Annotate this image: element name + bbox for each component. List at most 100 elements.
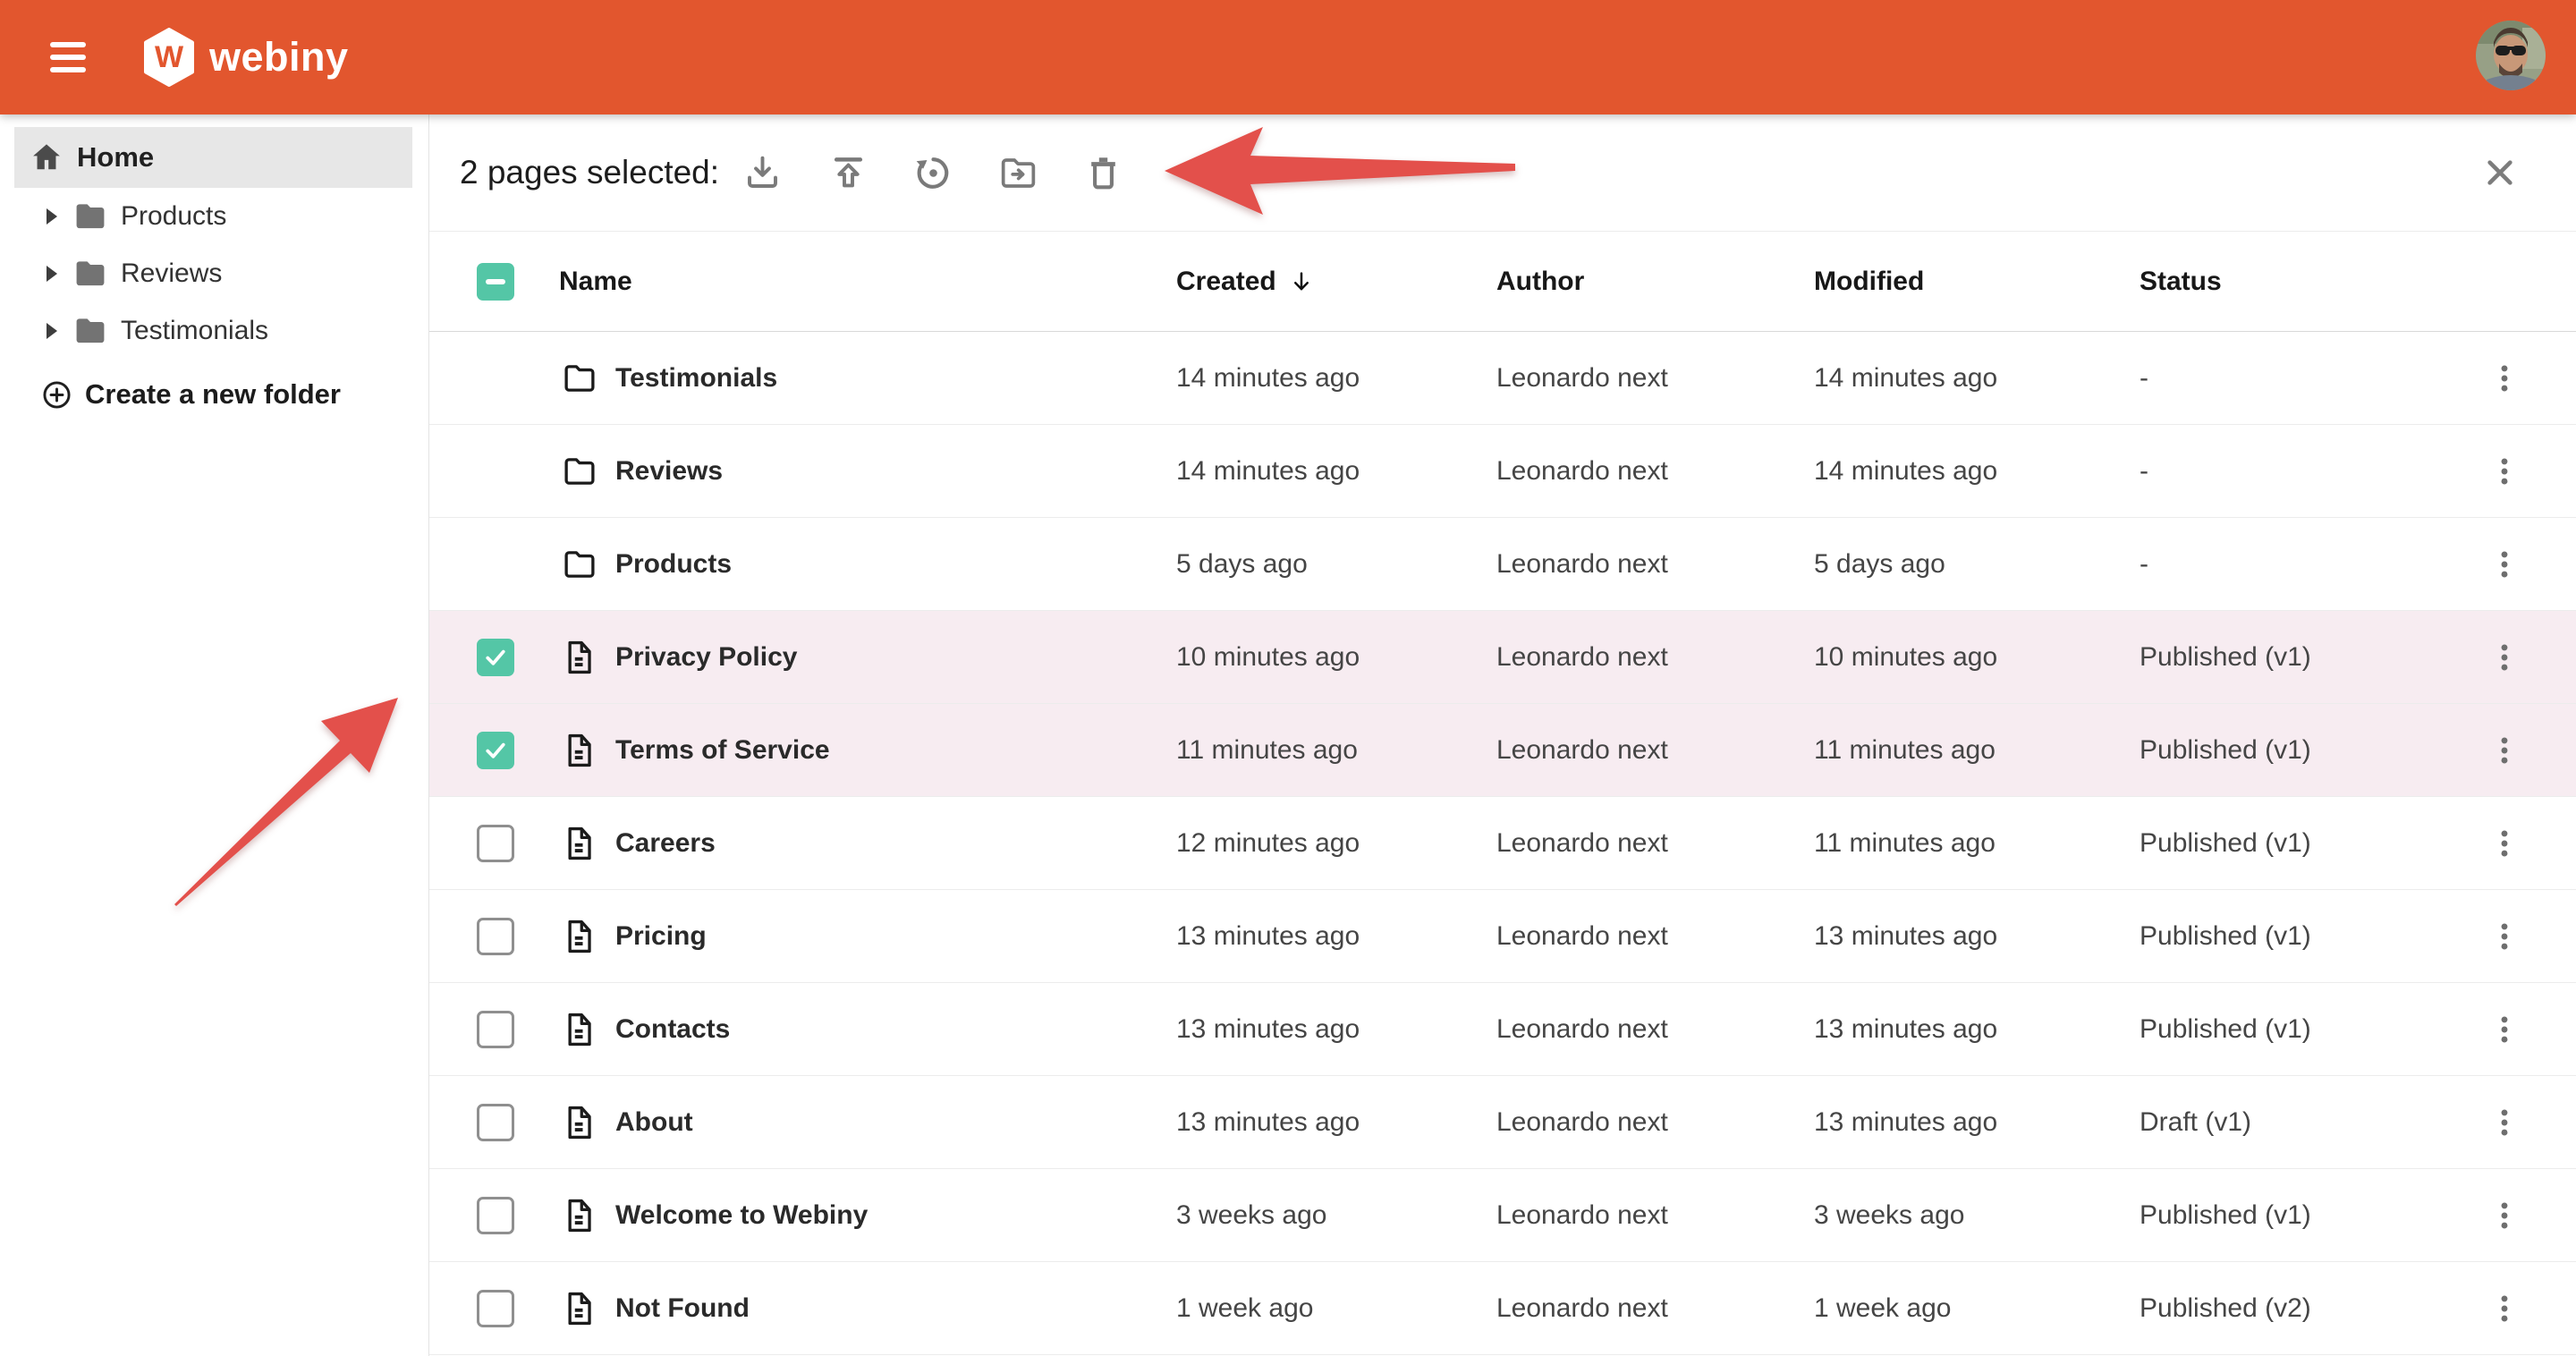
table-row[interactable]: Welcome to Webiny 3 weeks ago Leonardo n…	[429, 1169, 2576, 1262]
row-checkbox[interactable]	[477, 825, 514, 862]
row-menu-button[interactable]	[2483, 908, 2526, 965]
row-modified: 13 minutes ago	[1814, 1107, 1997, 1138]
caret-right-icon[interactable]	[47, 208, 57, 225]
row-created: 12 minutes ago	[1176, 828, 1360, 859]
page-icon	[561, 1011, 598, 1048]
row-menu-button[interactable]	[2483, 1001, 2526, 1058]
row-menu-button[interactable]	[2483, 629, 2526, 686]
row-name: Reviews	[615, 456, 723, 487]
row-menu-button[interactable]	[2483, 1280, 2526, 1337]
row-created: 13 minutes ago	[1176, 921, 1360, 952]
folder-icon	[561, 360, 598, 397]
folder-icon	[72, 255, 109, 292]
row-menu-button[interactable]	[2483, 1187, 2526, 1244]
folder-tree-sidebar: Home Products Reviews Testimonials	[0, 114, 429, 1356]
select-all-checkbox[interactable]	[477, 263, 514, 301]
column-header-created[interactable]: Created	[1176, 267, 1315, 297]
row-author: Leonardo next	[1496, 828, 1668, 859]
row-menu-button[interactable]	[2483, 443, 2526, 500]
move-to-folder-button[interactable]	[989, 144, 1046, 201]
row-menu-button[interactable]	[2483, 1094, 2526, 1151]
top-app-bar: W webiny	[0, 0, 2576, 114]
row-status: Published (v1)	[2140, 1014, 2311, 1045]
row-checkbox[interactable]	[477, 918, 514, 955]
row-modified: 14 minutes ago	[1814, 456, 1997, 487]
page-icon	[561, 732, 598, 769]
row-author: Leonardo next	[1496, 363, 1668, 394]
table-row[interactable]: Products 5 days ago Leonardo next 5 days…	[429, 518, 2576, 611]
column-header-status[interactable]: Status	[2140, 267, 2222, 297]
webiny-hexagon-icon: W	[143, 28, 195, 87]
row-modified: 11 minutes ago	[1814, 828, 1996, 859]
table-row[interactable]: Terms of Service 11 minutes ago Leonardo…	[429, 704, 2576, 797]
row-status: Published (v1)	[2140, 921, 2311, 952]
row-created: 1 week ago	[1176, 1293, 1313, 1324]
row-name: Welcome to Webiny	[615, 1200, 868, 1231]
row-name: About	[615, 1107, 693, 1138]
selected-count-label: 2 pages selected:	[460, 154, 719, 191]
row-modified: 11 minutes ago	[1814, 735, 1996, 766]
row-name: Privacy Policy	[615, 642, 797, 673]
table-row[interactable]: Pricing 13 minutes ago Leonardo next 13 …	[429, 890, 2576, 983]
table-row[interactable]: Reviews 14 minutes ago Leonardo next 14 …	[429, 425, 2576, 518]
column-header-author[interactable]: Author	[1496, 267, 1584, 297]
user-avatar[interactable]	[2476, 21, 2546, 90]
table-header-row: Name Created Author Modified Status	[429, 232, 2576, 332]
page-icon	[561, 825, 598, 862]
column-header-name[interactable]: Name	[559, 267, 632, 297]
sidebar-folder-item[interactable]: Testimonials	[0, 302, 428, 360]
table-row[interactable]: Privacy Policy 10 minutes ago Leonardo n…	[429, 611, 2576, 704]
table-row[interactable]: About 13 minutes ago Leonardo next 13 mi…	[429, 1076, 2576, 1169]
row-modified: 13 minutes ago	[1814, 921, 1997, 952]
kebab-menu-icon	[2488, 920, 2521, 953]
download-button[interactable]	[733, 144, 791, 201]
row-checkbox[interactable]	[477, 1290, 514, 1327]
table-body: Testimonials 14 minutes ago Leonardo nex…	[429, 332, 2576, 1356]
page-icon	[561, 1197, 598, 1234]
row-menu-button[interactable]	[2483, 350, 2526, 407]
table-row[interactable]: Not Found 1 week ago Leonardo next 1 wee…	[429, 1262, 2576, 1355]
row-menu-button[interactable]	[2483, 536, 2526, 593]
webiny-logo: W webiny	[143, 28, 349, 87]
row-author: Leonardo next	[1496, 735, 1668, 766]
row-author: Leonardo next	[1496, 456, 1668, 487]
row-menu-button[interactable]	[2483, 722, 2526, 779]
row-checkbox[interactable]	[477, 732, 514, 769]
kebab-menu-icon	[2488, 455, 2521, 487]
row-created: 14 minutes ago	[1176, 456, 1360, 487]
row-modified: 14 minutes ago	[1814, 363, 1997, 394]
sidebar-folder-item[interactable]: Reviews	[0, 245, 428, 302]
table-row[interactable]: Contacts 13 minutes ago Leonardo next 13…	[429, 983, 2576, 1076]
folder-icon	[561, 453, 598, 490]
publish-icon	[827, 152, 869, 194]
sidebar-folder-item[interactable]: Products	[0, 188, 428, 245]
sidebar-item-home[interactable]: Home	[14, 127, 412, 188]
menu-icon[interactable]	[50, 42, 86, 72]
row-checkbox[interactable]	[477, 639, 514, 676]
kebab-menu-icon	[2488, 1013, 2521, 1046]
restore-button[interactable]	[904, 144, 962, 201]
row-name: Contacts	[615, 1014, 730, 1045]
row-modified: 1 week ago	[1814, 1293, 1951, 1324]
create-folder-button[interactable]: Create a new folder	[0, 366, 428, 423]
bulk-actions-bar: 2 pages selected:	[429, 114, 2576, 232]
close-selection-button[interactable]	[2479, 152, 2521, 193]
table-row[interactable]: Careers 12 minutes ago Leonardo next 11 …	[429, 797, 2576, 890]
row-name: Terms of Service	[615, 735, 830, 766]
caret-right-icon[interactable]	[47, 266, 57, 282]
publish-button[interactable]	[819, 144, 877, 201]
table-row[interactable]: Testimonials 14 minutes ago Leonardo nex…	[429, 332, 2576, 425]
caret-right-icon[interactable]	[47, 323, 57, 339]
row-menu-button[interactable]	[2483, 815, 2526, 872]
kebab-menu-icon	[2488, 734, 2521, 767]
row-checkbox[interactable]	[477, 1197, 514, 1234]
row-checkbox[interactable]	[477, 1011, 514, 1048]
column-header-modified[interactable]: Modified	[1814, 267, 1924, 297]
indeterminate-minus-icon	[486, 279, 505, 284]
row-status: Draft (v1)	[2140, 1107, 2251, 1138]
row-modified: 3 weeks ago	[1814, 1200, 1964, 1231]
row-checkbox[interactable]	[477, 1104, 514, 1141]
row-author: Leonardo next	[1496, 1107, 1668, 1138]
delete-button[interactable]	[1074, 144, 1131, 201]
page-list-panel: 2 pages selected:	[429, 114, 2576, 1356]
